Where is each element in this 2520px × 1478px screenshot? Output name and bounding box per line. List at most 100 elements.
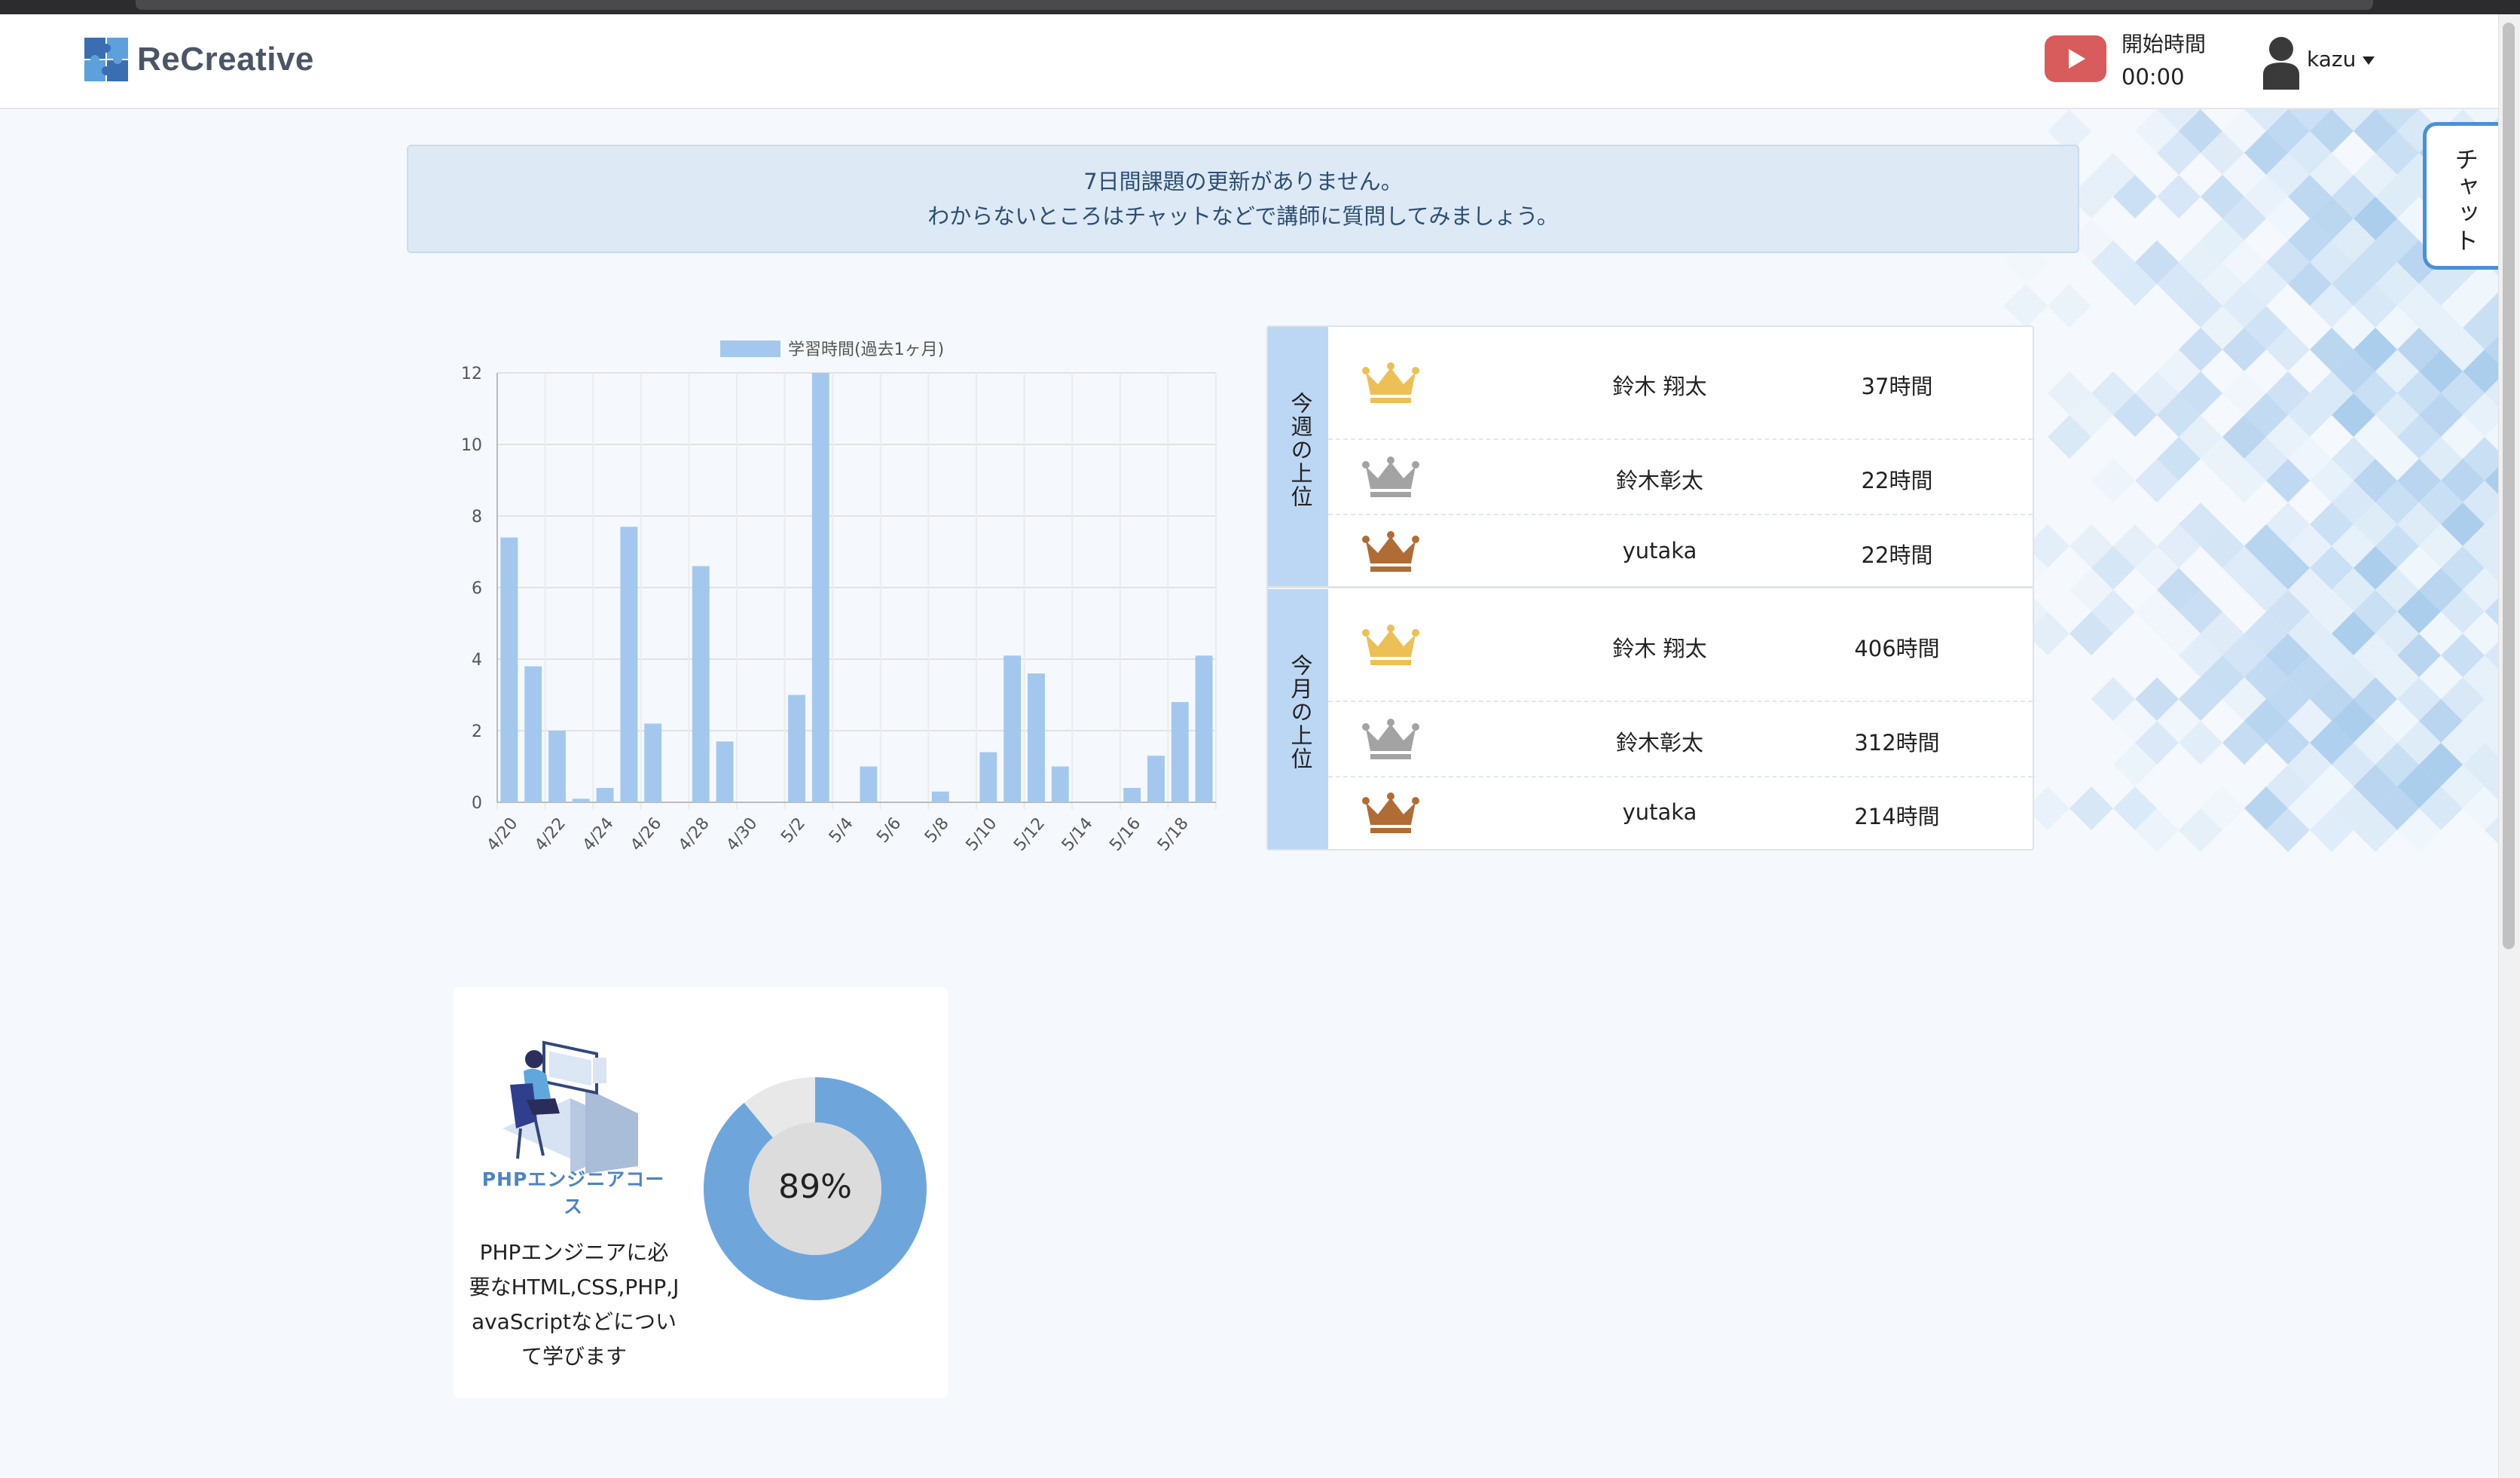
- background-diamond: [2004, 284, 2048, 328]
- x-tick-label: 4/22: [531, 814, 570, 855]
- chart-bar: [860, 766, 878, 802]
- notice-line-2: わからないところはチャットなどで講師に質問してみましょう。: [927, 203, 1559, 229]
- chevron-down-icon[interactable]: [2363, 56, 2375, 65]
- ranking-row: 鈴木彰太 312時間: [1328, 702, 2033, 777]
- course-description: PHPエンジニアに必 要なHTML,CSS,PHP,J avaScriptなどに…: [461, 1235, 687, 1374]
- ranking-row: 鈴木彰太 22時間: [1328, 440, 2033, 515]
- background-diamond: [2157, 175, 2201, 218]
- x-tick-label: 4/30: [723, 814, 762, 855]
- chart-bar: [1171, 702, 1189, 802]
- ranking-hours: 406時間: [1854, 636, 1940, 661]
- chart-bar: [692, 566, 710, 802]
- ranking-row: yutaka 22時間: [1328, 515, 2033, 588]
- silver-crown-icon: [1362, 719, 1419, 759]
- chart-bar: [524, 666, 542, 802]
- x-tick-label: 5/18: [1154, 814, 1193, 855]
- top-navbar: ReCreative 開始時間 00:00 kazu: [0, 14, 2498, 109]
- chart-bar: [620, 527, 638, 802]
- bronze-crown-icon: [1362, 530, 1419, 572]
- chart-bar: [811, 373, 829, 802]
- course-description-line: て学びます: [521, 1344, 627, 1369]
- x-tick-label: 5/14: [1058, 814, 1097, 855]
- ranking-user-name: 鈴木 翔太: [1612, 374, 1707, 399]
- notice-alert: 7日間課題の更新がありません。 わからないところはチャットなどで講師に質問してみ…: [407, 145, 2079, 253]
- ranking-user-name: 鈴木彰太: [1615, 730, 1703, 756]
- background-diamond: [2091, 459, 2135, 502]
- y-tick-label: 10: [461, 436, 482, 455]
- chart-bar: [1123, 788, 1141, 802]
- x-tick-label: 5/2: [777, 814, 809, 847]
- user-avatar-icon[interactable]: [2262, 35, 2301, 90]
- y-tick-label: 6: [472, 579, 482, 598]
- background-diamond: [2069, 786, 2113, 830]
- play-video-button[interactable]: [2045, 35, 2106, 82]
- y-tick-label: 8: [472, 508, 482, 527]
- course-description-line: 要なHTML,CSS,PHP,J: [469, 1275, 680, 1299]
- start-time-label: 開始時間: [2121, 32, 2207, 56]
- logo-text: ReCreative: [137, 41, 314, 78]
- chart-bar: [788, 695, 805, 802]
- x-tick-label: 5/12: [1010, 814, 1049, 855]
- x-tick-label: 4/20: [484, 814, 522, 855]
- puzzle-logo-icon: [84, 38, 128, 81]
- course-title[interactable]: PHPエンジニアコース: [479, 1165, 667, 1219]
- course-description-line: avaScriptなどについ: [471, 1309, 677, 1334]
- silver-crown-icon: [1362, 457, 1419, 497]
- notice-line-1: 7日間課題の更新がありません。: [1083, 169, 1403, 194]
- ranking-hours: 22時間: [1861, 468, 1933, 493]
- logo[interactable]: ReCreative: [84, 38, 314, 81]
- browser-tab-bar: [136, 0, 2373, 10]
- ranking-hours: 22時間: [1861, 542, 1933, 568]
- x-tick-label: 5/8: [921, 814, 953, 847]
- background-pattern: [2004, 109, 2520, 1478]
- chart-bar: [716, 741, 734, 802]
- ranking-hours: 214時間: [1854, 803, 1940, 829]
- chart-bar: [931, 791, 949, 802]
- weekly-ranking: 今週の上位 鈴木 翔太 37時間 鈴木彰太 22時間 yutaka 22時間: [1268, 327, 2033, 588]
- chart-bar: [1028, 673, 1045, 802]
- ranking-row: yutaka 214時間: [1328, 777, 2033, 849]
- ranking-table: 今週の上位 鈴木 翔太 37時間 鈴木彰太 22時間 yutaka 22時間 今月の上…: [1266, 325, 2034, 850]
- y-tick-label: 2: [472, 722, 482, 741]
- background-diamond: [2048, 284, 2091, 328]
- browser-top-strip: [0, 0, 2520, 14]
- x-tick-label: 5/16: [1106, 814, 1144, 855]
- chart-bar: [979, 752, 997, 802]
- course-card[interactable]: PHPエンジニアコース PHPエンジニアに必 要なHTML,CSS,PHP,J …: [454, 987, 948, 1398]
- ranking-user-name: 鈴木彰太: [1615, 468, 1703, 493]
- course-illustration-icon: [502, 1040, 638, 1174]
- ranking-row: 鈴木 翔太 406時間: [1328, 589, 2033, 702]
- chart-bar: [1051, 766, 1069, 802]
- chart-bar: [572, 799, 590, 802]
- user-menu-name[interactable]: kazu: [2307, 47, 2356, 72]
- weekly-ranking-title: 今週の上位: [1287, 392, 1313, 508]
- monthly-ranking-header: 今月の上位: [1268, 589, 1328, 849]
- chat-tab-label: チャット: [2451, 147, 2479, 255]
- y-tick-label: 4: [472, 651, 482, 670]
- chart-bar: [596, 788, 614, 802]
- ranking-user-name: yutaka: [1622, 537, 1697, 563]
- chart-bar: [644, 723, 662, 802]
- y-tick-label: 12: [461, 365, 482, 383]
- chart-bar: [1147, 756, 1165, 802]
- legend-swatch: [720, 340, 780, 357]
- x-tick-label: 4/28: [675, 814, 713, 855]
- chart-bar: [500, 537, 518, 802]
- bar-chart-svg: 学習時間(過去1ヶ月) 0 2 4 6 8 10 12 4/20 4/22 4/24 4/26 4/28…: [461, 340, 1217, 855]
- legend-label: 学習時間(過去1ヶ月): [788, 340, 944, 359]
- ranking-hours: 37時間: [1861, 374, 1933, 399]
- course-description-line: PHPエンジニアに必: [479, 1240, 669, 1265]
- ranking-row: 鈴木 翔太 37時間: [1328, 327, 2033, 440]
- start-time-value: 00:00: [2121, 64, 2185, 90]
- course-progress-label: 89%: [778, 1168, 852, 1206]
- scrollbar-thumb[interactable]: [2503, 23, 2515, 949]
- monthly-ranking: 今月の上位 鈴木 翔太 406時間 鈴木彰太 312時間 yutaka 214時間: [1268, 589, 2033, 849]
- ranking-user-name: yutaka: [1622, 799, 1697, 825]
- x-tick-label: 4/26: [627, 814, 665, 855]
- x-tick-label: 5/6: [873, 814, 905, 847]
- monthly-ranking-title: 今月の上位: [1287, 654, 1313, 771]
- chart-bar: [1003, 655, 1022, 802]
- y-tick-label: 0: [472, 794, 482, 813]
- x-tick-label: 5/4: [826, 814, 857, 847]
- chat-tab-button[interactable]: チャット: [2423, 122, 2498, 270]
